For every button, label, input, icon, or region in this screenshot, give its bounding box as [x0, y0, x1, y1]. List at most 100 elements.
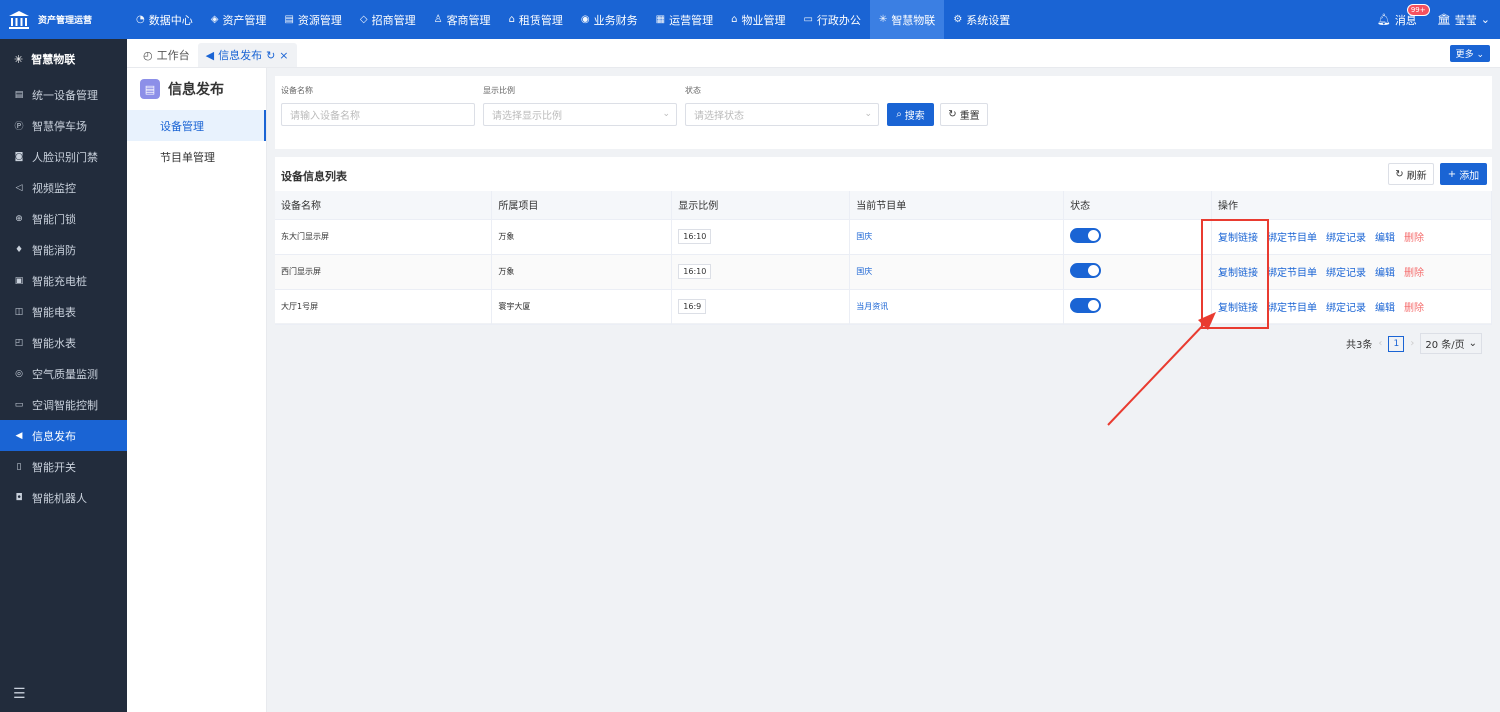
chevron-down-icon: ⌄: [662, 109, 670, 119]
page-size-select[interactable]: 20 条/页 ⌄: [1420, 333, 1483, 354]
bind-program-button[interactable]: 绑定节目单: [1267, 229, 1317, 244]
user-name: 莹莹: [1454, 13, 1477, 27]
status-toggle[interactable]: [1070, 298, 1102, 313]
nav-label: 物业管理: [741, 13, 786, 27]
program-link[interactable]: 当月资讯: [856, 302, 888, 311]
send-icon: ◀: [15, 430, 23, 441]
search-icon: ⌕: [896, 109, 902, 120]
program-link[interactable]: 国庆: [856, 267, 872, 276]
sidebar-item-water[interactable]: ◰ 智能水表: [0, 327, 127, 358]
device-icon: ▤: [14, 89, 24, 100]
program-cell: 当月资讯: [849, 289, 1065, 325]
ac-icon: ▭: [14, 399, 24, 410]
sidebar-item-air[interactable]: ◎ 空气质量监测: [0, 358, 127, 389]
nav-lease[interactable]: ⌂ 租赁管理: [500, 0, 572, 39]
status-label: 状态: [685, 86, 701, 95]
sidebar-item-info-publish[interactable]: ◀ 信息发布: [0, 420, 127, 451]
program-link[interactable]: 国庆: [856, 232, 872, 241]
column-header: 显示比例: [671, 191, 851, 220]
pagination: 共3条 ‹ 1 › 20 条/页 ⌄: [1346, 333, 1483, 354]
bind-record-button[interactable]: 绑定记录: [1326, 229, 1366, 244]
project-cell: 万象: [491, 219, 673, 255]
reset-icon: ↻: [948, 109, 957, 120]
sidebar-item-meter[interactable]: ◫ 智能电表: [0, 296, 127, 327]
reload-icon[interactable]: ↻: [266, 49, 275, 62]
sidebar-item-fire[interactable]: ♦ 智能消防: [0, 234, 127, 265]
page-number[interactable]: 1: [1388, 335, 1405, 352]
sidebar-item-label: 人脸识别门禁: [32, 150, 98, 164]
next-page-icon[interactable]: ›: [1410, 338, 1414, 349]
plus-icon: +: [1447, 168, 1457, 180]
ratio-cell: 16:10: [671, 254, 851, 290]
user-menu[interactable]: 🏛︎ 莹莹 ⌄: [1437, 12, 1490, 28]
nav-settings[interactable]: ⚙ 系统设置: [944, 0, 1019, 39]
toggle-knob: [1088, 265, 1100, 276]
ratio-select[interactable]: 请选择显示比例 ⌄: [483, 103, 677, 126]
search-button[interactable]: ⌕ 搜索: [887, 103, 934, 126]
device-name-input[interactable]: 请输入设备名称: [281, 103, 475, 126]
sidebar-item-door-lock[interactable]: ⊕ 智能门锁: [0, 203, 127, 234]
nav-resource[interactable]: ▤ 资源管理: [275, 0, 350, 39]
nav-operation[interactable]: ▦ 运营管理: [647, 0, 722, 39]
sidebar-item-video[interactable]: ◁ 视频监控: [0, 172, 127, 203]
sidebar-item-parking[interactable]: Ⓟ 智慧停车场: [0, 110, 127, 141]
collapse-menu-icon[interactable]: ☰: [13, 686, 26, 702]
nav-data-center[interactable]: ◔ 数据中心: [127, 0, 202, 39]
nav-office[interactable]: ▭ 行政办公: [794, 0, 869, 39]
nav-asset[interactable]: ◈ 资产管理: [202, 0, 276, 39]
table-header-row: 设备名称 所属项目 显示比例 当前节目单 状态 操作: [275, 191, 1492, 220]
bind-program-button[interactable]: 绑定节目单: [1267, 299, 1317, 314]
edit-button[interactable]: 编辑: [1375, 229, 1395, 244]
bind-record-button[interactable]: 绑定记录: [1326, 299, 1366, 314]
delete-button[interactable]: 删除: [1404, 299, 1424, 314]
nav-finance[interactable]: ◉ 业务财务: [572, 0, 647, 39]
more-label: 更多: [1455, 50, 1474, 60]
nav-customer[interactable]: ♙ 客商管理: [425, 0, 500, 39]
status-toggle[interactable]: [1070, 263, 1102, 278]
meter-icon: ◫: [14, 306, 24, 317]
brand[interactable]: 资产管理运营: [0, 0, 127, 39]
add-label: 添加: [1459, 170, 1480, 182]
bind-program-button[interactable]: 绑定节目单: [1267, 264, 1317, 279]
submenu-item-program[interactable]: 节目单管理: [127, 141, 266, 172]
nav-label: 智慧物联: [891, 13, 936, 27]
sidebar-item-robot[interactable]: ◘ 智能机器人: [0, 482, 127, 513]
nav-label: 系统设置: [966, 13, 1011, 27]
app-name: 资产管理运营: [38, 16, 93, 26]
prev-page-icon[interactable]: ‹: [1378, 338, 1382, 349]
ratio-tag: 16:10: [678, 229, 712, 244]
nav-property[interactable]: ⌂ 物业管理: [722, 0, 794, 39]
sidebar-item-face-access[interactable]: ◙ 人脸识别门禁: [0, 141, 127, 172]
nav-iot[interactable]: ✳ 智慧物联: [869, 0, 945, 39]
ratio-placeholder: 请选择显示比例: [492, 111, 562, 122]
sidebar-item-device-management[interactable]: ▤ 统一设备管理: [0, 79, 127, 110]
nav-investment[interactable]: ◇ 招商管理: [351, 0, 425, 39]
delete-button[interactable]: 删除: [1404, 229, 1424, 244]
people-icon: ♙: [433, 14, 443, 25]
device-list-card: 设备信息列表 ↻ 刷新 + 添加 设备名称 所属项目 显示比例 当前节目单 状态 操…: [275, 157, 1492, 325]
ratio-cell: 16:9: [671, 289, 851, 325]
messages-button[interactable]: 🔔︎ 消息 99+: [1377, 3, 1430, 28]
submenu-item-device[interactable]: 设备管理: [127, 110, 266, 141]
sidebar-item-ac[interactable]: ▭ 空调智能控制: [0, 389, 127, 420]
tab-workbench[interactable]: ◴ 工作台: [135, 43, 198, 67]
reset-button[interactable]: ↻ 重置: [940, 103, 988, 126]
refresh-button[interactable]: ↻ 刷新: [1388, 163, 1434, 185]
nav-label: 租赁管理: [518, 13, 563, 27]
send-icon: ◀: [205, 48, 215, 62]
sidebar-item-switch[interactable]: ▯ 智能开关: [0, 451, 127, 482]
more-button[interactable]: 更多 ⌄: [1449, 45, 1490, 62]
status-select[interactable]: 请选择状态 ⌄: [685, 103, 879, 126]
close-icon[interactable]: ×: [279, 49, 288, 62]
edit-button[interactable]: 编辑: [1375, 264, 1395, 279]
bind-record-button[interactable]: 绑定记录: [1326, 264, 1366, 279]
toggle-knob: [1088, 300, 1100, 311]
sidebar-item-label: 智能充电桩: [32, 274, 87, 288]
parking-icon: Ⓟ: [14, 122, 24, 132]
delete-button[interactable]: 删除: [1404, 264, 1424, 279]
edit-button[interactable]: 编辑: [1375, 299, 1395, 314]
tab-info-publish[interactable]: ◀ 信息发布 ↻ ×: [197, 43, 297, 67]
sidebar-item-charging[interactable]: ▣ 智能充电桩: [0, 265, 127, 296]
add-button[interactable]: + 添加: [1440, 163, 1487, 185]
status-toggle[interactable]: [1070, 228, 1102, 243]
